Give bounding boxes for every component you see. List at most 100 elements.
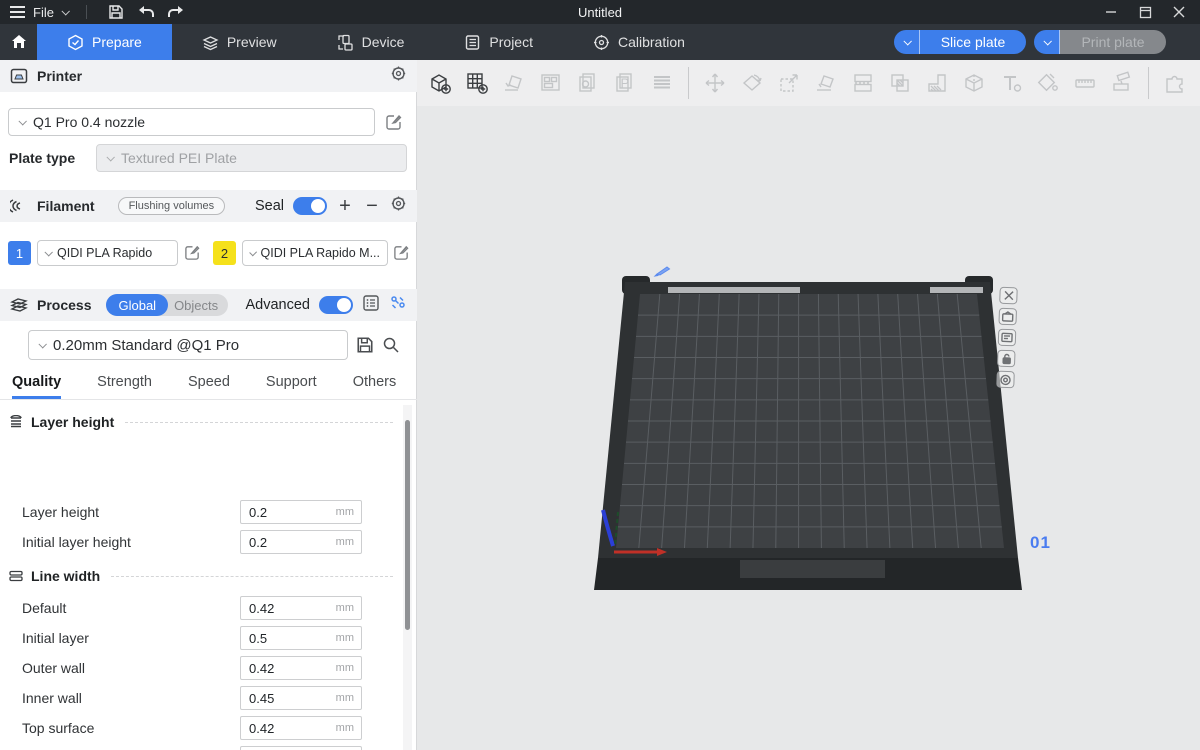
advanced-toggle[interactable] [319,296,353,314]
default-line-width-input[interactable] [241,597,319,619]
print-plate-button: Print plate [1060,30,1166,54]
setting-input-row: mm [240,716,362,740]
printer-settings-gear-icon[interactable] [390,65,407,87]
filament-icon [10,198,28,214]
setting-label: Inner wall [22,686,82,710]
save-preset-icon[interactable] [356,336,374,359]
seal-toggle[interactable] [293,197,327,215]
maximize-button[interactable] [1130,2,1160,22]
build-plate[interactable] [417,60,1200,750]
titlebar: File Untitled [0,0,1200,24]
tab-quality[interactable]: Quality [12,374,61,399]
minimize-button[interactable] [1096,2,1126,22]
line-width-icon [8,569,24,583]
setting-input-row: mm [240,656,362,680]
filament-2-select[interactable]: QIDI PLA Rapido M... [242,240,388,266]
plate-icon-column [996,287,1018,389]
plate-wipe-strip [930,287,983,293]
edit-filament-1-icon[interactable] [184,244,202,262]
plate-wipe-strip [668,287,800,293]
outer-wall-line-width-input[interactable] [241,657,319,679]
setting-label: Sparse infill [22,746,94,750]
tab-project[interactable]: Project [434,24,563,60]
plate-name-icon[interactable] [996,371,1015,389]
top-surface-line-width-input[interactable] [241,717,319,739]
project-icon [464,34,481,51]
process-section-header: Process Global Objects Advanced [0,289,417,321]
add-filament-button[interactable]: + [336,197,354,215]
setting-label: Outer wall [22,656,85,680]
printer-preset-select[interactable]: Q1 Pro 0.4 nozzle [8,108,375,136]
setting-input-row: mm [240,626,362,650]
print-plate-splitbutton: Print plate [1034,30,1166,54]
file-menu[interactable]: File [33,5,54,20]
filament-section-header: Filament Flushing volumes Seal + − [0,190,417,222]
settings-scrollbar-thumb[interactable] [405,420,410,630]
settings-scroll-area[interactable]: Layer height Layer height mm Initial lay… [0,400,417,750]
home-button[interactable] [0,24,37,60]
param-list-icon[interactable] [362,294,380,317]
initial-layer-height-input[interactable] [241,531,319,553]
file-menu-chevron-icon[interactable] [61,7,69,15]
setting-input-row: mm [240,686,362,710]
plate-type-value: Textured PEI Plate [121,150,237,166]
setting-input-row: mm [240,596,362,620]
tab-strength[interactable]: Strength [97,374,152,399]
delete-plate-icon[interactable] [999,287,1018,305]
tab-preview[interactable]: Preview [172,24,307,60]
lock-plate-icon[interactable] [997,350,1016,368]
plate-settings-icon[interactable] [998,329,1017,347]
redo-icon[interactable] [165,3,187,21]
compare-params-icon[interactable] [389,294,407,317]
filament-1-name: QIDI PLA Rapido [57,246,152,260]
tab-calibration[interactable]: Calibration [563,24,715,60]
printer-icon [10,68,28,84]
save-icon[interactable] [105,3,127,21]
initial-layer-line-width-input[interactable] [241,627,319,649]
prepare-icon [67,34,84,51]
remove-filament-button[interactable]: − [363,197,381,215]
scope-objects[interactable]: Objects [168,298,228,313]
setting-label: Default [22,596,66,620]
flushing-volumes-button[interactable]: Flushing volumes [118,197,226,215]
viewport[interactable]: P [417,60,1200,750]
inner-wall-line-width-input[interactable] [241,687,319,709]
filament-2-badge[interactable]: 2 [213,241,236,265]
arrange-plate-icon[interactable] [998,308,1017,326]
process-preset-select[interactable]: 0.20mm Standard @Q1 Pro [28,330,348,360]
layer-height-icon [8,415,24,429]
line-width-group-header: Line width [8,566,393,586]
plate-number-label[interactable]: 01 [1030,533,1051,553]
close-button[interactable] [1164,2,1194,22]
rename-plate-pencil-icon[interactable] [653,263,673,282]
calibration-icon [593,34,610,51]
undo-icon[interactable] [135,3,157,21]
scope-global[interactable]: Global [106,294,168,316]
slice-plate-button[interactable]: Slice plate [920,30,1026,54]
layer-height-input[interactable] [241,501,319,523]
menu-icon[interactable] [10,6,25,18]
setting-input-row: mm [240,500,362,524]
advanced-label: Advanced [246,297,311,313]
process-section-title: Process [37,297,91,313]
print-dropdown-chevron-icon[interactable] [1034,30,1060,54]
filament-1-select[interactable]: QIDI PLA Rapido [37,240,178,266]
filament-1-badge[interactable]: 1 [8,241,31,265]
edit-printer-icon[interactable] [385,113,403,131]
setting-label: Initial layer [22,626,89,650]
preview-icon [202,34,219,51]
slice-dropdown-chevron-icon[interactable] [894,30,920,54]
edit-filament-2-icon[interactable] [393,244,411,262]
tab-speed[interactable]: Speed [188,374,230,399]
slice-plate-splitbutton: Slice plate [894,30,1026,54]
tab-device[interactable]: Device [307,24,435,60]
setting-input-row: mm [240,530,362,554]
tab-support[interactable]: Support [266,374,317,399]
plate-type-select[interactable]: Textured PEI Plate [96,144,407,172]
search-preset-icon[interactable] [382,336,400,359]
layer-height-group-header: Layer height [8,412,393,432]
tab-others[interactable]: Others [353,374,397,399]
tab-prepare[interactable]: Prepare [37,24,172,60]
filament-settings-gear-icon[interactable] [390,195,407,217]
sidebar-panel: Printer Q1 Pro 0.4 nozzle Plate type Tex… [0,60,417,750]
